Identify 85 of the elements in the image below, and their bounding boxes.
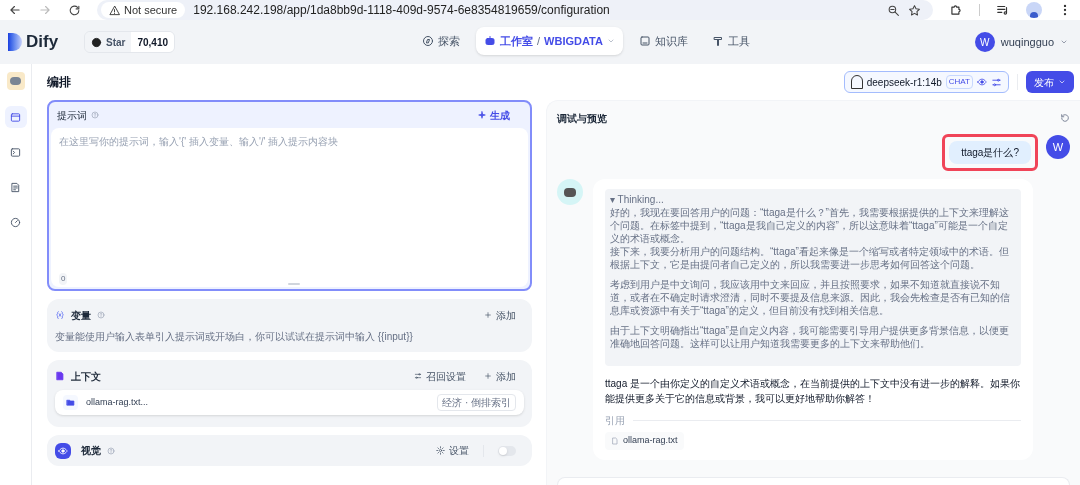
citation-label: 引用 <box>605 414 625 428</box>
sliders-icon <box>414 372 422 380</box>
index-tag: 经济 · 倒排索引 <box>437 394 516 411</box>
logo-text[interactable]: Dify <box>26 29 59 55</box>
publish-button[interactable]: 发布 <box>1026 71 1074 93</box>
model-name: deepseek-r1:14b <box>866 75 942 90</box>
compass-icon <box>422 35 434 47</box>
eye-icon <box>977 77 987 87</box>
mode-tag: CHAT <box>945 75 973 89</box>
account-menu[interactable]: W wuqingguo <box>974 32 1072 52</box>
github-star-button[interactable]: Star 70,410 <box>84 31 176 53</box>
terminal-icon <box>10 146 21 158</box>
vision-settings-button[interactable]: 设置 <box>436 443 469 458</box>
thinking-text: 由于上下文明确指出“ttaga”是自定义内容，我可能需要引导用户提供更多背景信息，以便更准确地回答问题。这样可以让用户知道我需要更多的上下文来帮助他们。 <box>610 324 1010 350</box>
nav-tab[interactable]: 工作室 / WBIGDATA <box>476 27 623 55</box>
thinking-text: 接下来，我要分析用户的问题结构。“ttaga”看起来像是一个缩写或者特定领域中的术语。但根据上下文，它是由提问者自己定义的，所以我需要进一步思考如何回答这个问题。 <box>610 245 1010 271</box>
resize-handle[interactable] <box>288 283 300 285</box>
section-title: 视觉 <box>81 444 101 458</box>
extensions-icon[interactable] <box>949 3 963 17</box>
chevron-down-icon <box>1060 38 1068 46</box>
star-count: 70,410 <box>131 32 175 52</box>
variables-hint: 变量能使用户输入表单引入提示词或开场白，你可以试试在提示词中输入 {{input}} <box>55 330 414 344</box>
restart-button[interactable] <box>1060 113 1070 123</box>
add-context-button[interactable]: 添加 <box>484 368 524 384</box>
nav-tab[interactable]: 工具 <box>703 27 758 55</box>
nav-tab[interactable]: 探索 <box>414 27 468 55</box>
refresh-icon <box>1060 113 1070 123</box>
page-title: 编排 <box>47 74 71 91</box>
user-message: ttaga是什么? <box>949 141 1031 164</box>
thinking-toggle[interactable]: ▾ Thinking... <box>610 193 1016 206</box>
document-icon <box>10 181 21 193</box>
prompt-title: 提示词 <box>57 108 87 123</box>
security-chip[interactable]: Not secure <box>101 2 186 18</box>
back-icon[interactable] <box>8 3 22 17</box>
security-label: Not secure <box>124 2 178 18</box>
address-bar[interactable]: Not secure 192.168.242.198/app/1da8bb9d-1118-409d-9574-6e8354819659/configuration <box>97 0 933 20</box>
app-icon[interactable] <box>6 72 25 90</box>
sliders-icon <box>991 76 1002 88</box>
logo-mark <box>8 33 22 51</box>
panel-icon <box>10 111 21 123</box>
folder-icon <box>63 395 78 410</box>
sidebar-item[interactable] <box>4 106 27 128</box>
retrieval-settings-button[interactable]: 召回设置 <box>414 368 466 384</box>
media-icon[interactable] <box>996 3 1010 17</box>
add-variable-button[interactable]: 添加 <box>484 307 524 323</box>
star-label: Star <box>106 35 126 50</box>
zoom-icon[interactable] <box>887 3 900 17</box>
bot-avatar <box>557 179 583 205</box>
user-avatar: W <box>974 32 995 52</box>
hammer-icon <box>711 35 724 47</box>
reload-icon[interactable] <box>68 3 81 17</box>
help-icon <box>91 111 99 119</box>
prompt-field[interactable]: 在这里写你的提示词，输入'{' 插入变量、输入'/' 插入提示内容块 <box>51 128 528 271</box>
gauge-icon <box>10 216 21 228</box>
bookmark-star-icon[interactable] <box>908 3 921 17</box>
chevron-down-icon <box>606 37 615 45</box>
profile-icon[interactable] <box>1026 2 1042 18</box>
character-count: 0 <box>59 273 68 285</box>
answer-text: ttaga 是一个由你定义的自定义术语或概念，在当前提供的上下文中没有进一步的解释。如果你能提供更多关于它的信息或背景，我可以更好地帮助你解答！ <box>605 377 1021 406</box>
citation-chip[interactable]: ollama-rag.txt <box>605 432 684 450</box>
knowledge-item[interactable]: ollama-rag.txt... 经济 · 倒排索引 <box>55 390 524 415</box>
preview-title: 调试与预览 <box>557 111 607 126</box>
section-title: 变量 <box>71 308 91 323</box>
section-title: 上下文 <box>71 369 101 384</box>
user-name: wuqingguo <box>1000 34 1054 50</box>
chevron-down-icon <box>1058 78 1066 86</box>
url-text: 192.168.242.198/app/1da8bb9d-1118-409d-9574-6e8354819659/configuration <box>193 2 611 19</box>
thinking-text: 考虑到用户是中文询问，我应该用中文来回应，并且按照要求，如果不知道就直接说不知道，或者在不确定时请求澄清，同时不要提及信息来源。因此，我会先检查是否有已知的信息库或资源中有关于“ttaga”的定义，但目前没有找到相关信息。 <box>610 278 1011 317</box>
document-icon <box>55 371 65 381</box>
braces-icon <box>55 310 65 320</box>
book-icon <box>638 35 651 47</box>
generate-button[interactable]: 生成 <box>478 107 522 123</box>
file-icon <box>611 437 619 445</box>
nav-tab[interactable]: 知识库 <box>630 27 696 55</box>
vision-toggle[interactable] <box>498 445 516 456</box>
plus-icon <box>484 372 492 380</box>
warning-icon <box>109 4 120 16</box>
user-avatar: W <box>1046 135 1070 159</box>
thinking-text: 好的，我现在要回答用户的问题：“ttaga是什么？”首先，我需要根据提供的上下文来理解这个问题。在标签中提到，“ttaga是我自己定义的内容”，所以这意味着“ttaga”可能是一个自定义的术语或概念。 <box>610 206 1010 245</box>
model-selector[interactable]: deepseek-r1:14b CHAT <box>843 71 1009 93</box>
help-icon <box>107 446 115 455</box>
help-icon <box>97 311 105 319</box>
plus-icon <box>484 311 492 319</box>
eye-icon <box>55 442 71 459</box>
knowledge-name: ollama-rag.txt... <box>86 395 149 409</box>
